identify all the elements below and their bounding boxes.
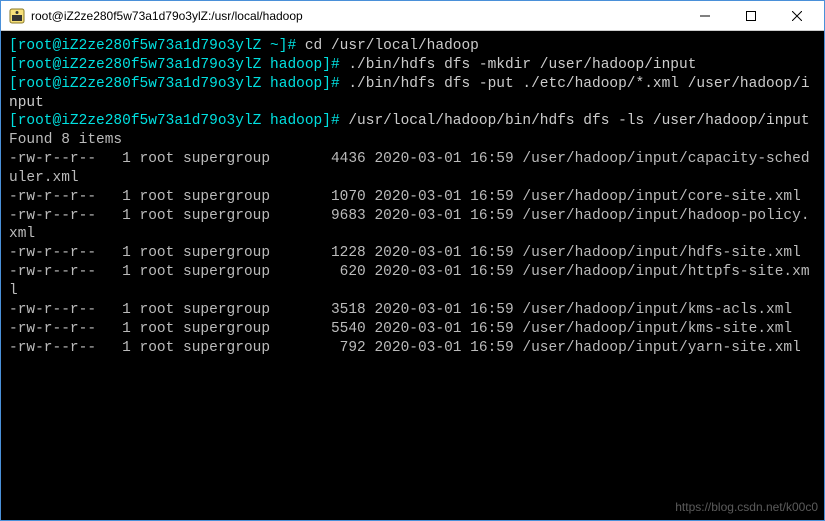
- prompt-cmd: /usr/local/hadoop/bin/hdfs dfs -ls /user…: [340, 113, 810, 129]
- ls-row: -rw-r--r-- 1 root supergroup 9683 2020-0…: [9, 208, 810, 243]
- prompt-cmd: ./bin/hdfs dfs -mkdir /user/hadoop/input: [340, 57, 697, 73]
- prompt-host: [root@iZ2ze280f5w73a1d79o3ylZ hadoop]#: [9, 76, 340, 92]
- ls-row: -rw-r--r-- 1 root supergroup 792 2020-03…: [9, 340, 801, 356]
- window-title: root@iZ2ze280f5w73a1d79o3ylZ:/usr/local/…: [31, 9, 682, 23]
- ls-row: -rw-r--r-- 1 root supergroup 3518 2020-0…: [9, 302, 792, 318]
- terminal-output[interactable]: [root@iZ2ze280f5w73a1d79o3ylZ ~]# cd /us…: [1, 31, 824, 520]
- prompt-cmd: cd /usr/local/hadoop: [296, 38, 479, 54]
- ls-row: -rw-r--r-- 1 root supergroup 1070 2020-0…: [9, 189, 801, 205]
- ls-row: -rw-r--r-- 1 root supergroup 4436 2020-0…: [9, 151, 810, 186]
- prompt-host: [root@iZ2ze280f5w73a1d79o3ylZ hadoop]#: [9, 113, 340, 129]
- window-controls: [682, 1, 820, 31]
- ls-row: -rw-r--r-- 1 root supergroup 620 2020-03…: [9, 264, 810, 299]
- minimize-button[interactable]: [682, 1, 728, 31]
- close-button[interactable]: [774, 1, 820, 31]
- ls-row: -rw-r--r-- 1 root supergroup 5540 2020-0…: [9, 321, 792, 337]
- prompt-host: [root@iZ2ze280f5w73a1d79o3ylZ ~]#: [9, 38, 296, 54]
- maximize-button[interactable]: [728, 1, 774, 31]
- app-icon: [9, 8, 25, 24]
- window-titlebar: root@iZ2ze280f5w73a1d79o3ylZ:/usr/local/…: [1, 1, 824, 31]
- watermark: https://blog.csdn.net/k00c0: [675, 500, 818, 516]
- ls-row: -rw-r--r-- 1 root supergroup 1228 2020-0…: [9, 245, 801, 261]
- found-line: Found 8 items: [9, 132, 122, 148]
- prompt-host: [root@iZ2ze280f5w73a1d79o3ylZ hadoop]#: [9, 57, 340, 73]
